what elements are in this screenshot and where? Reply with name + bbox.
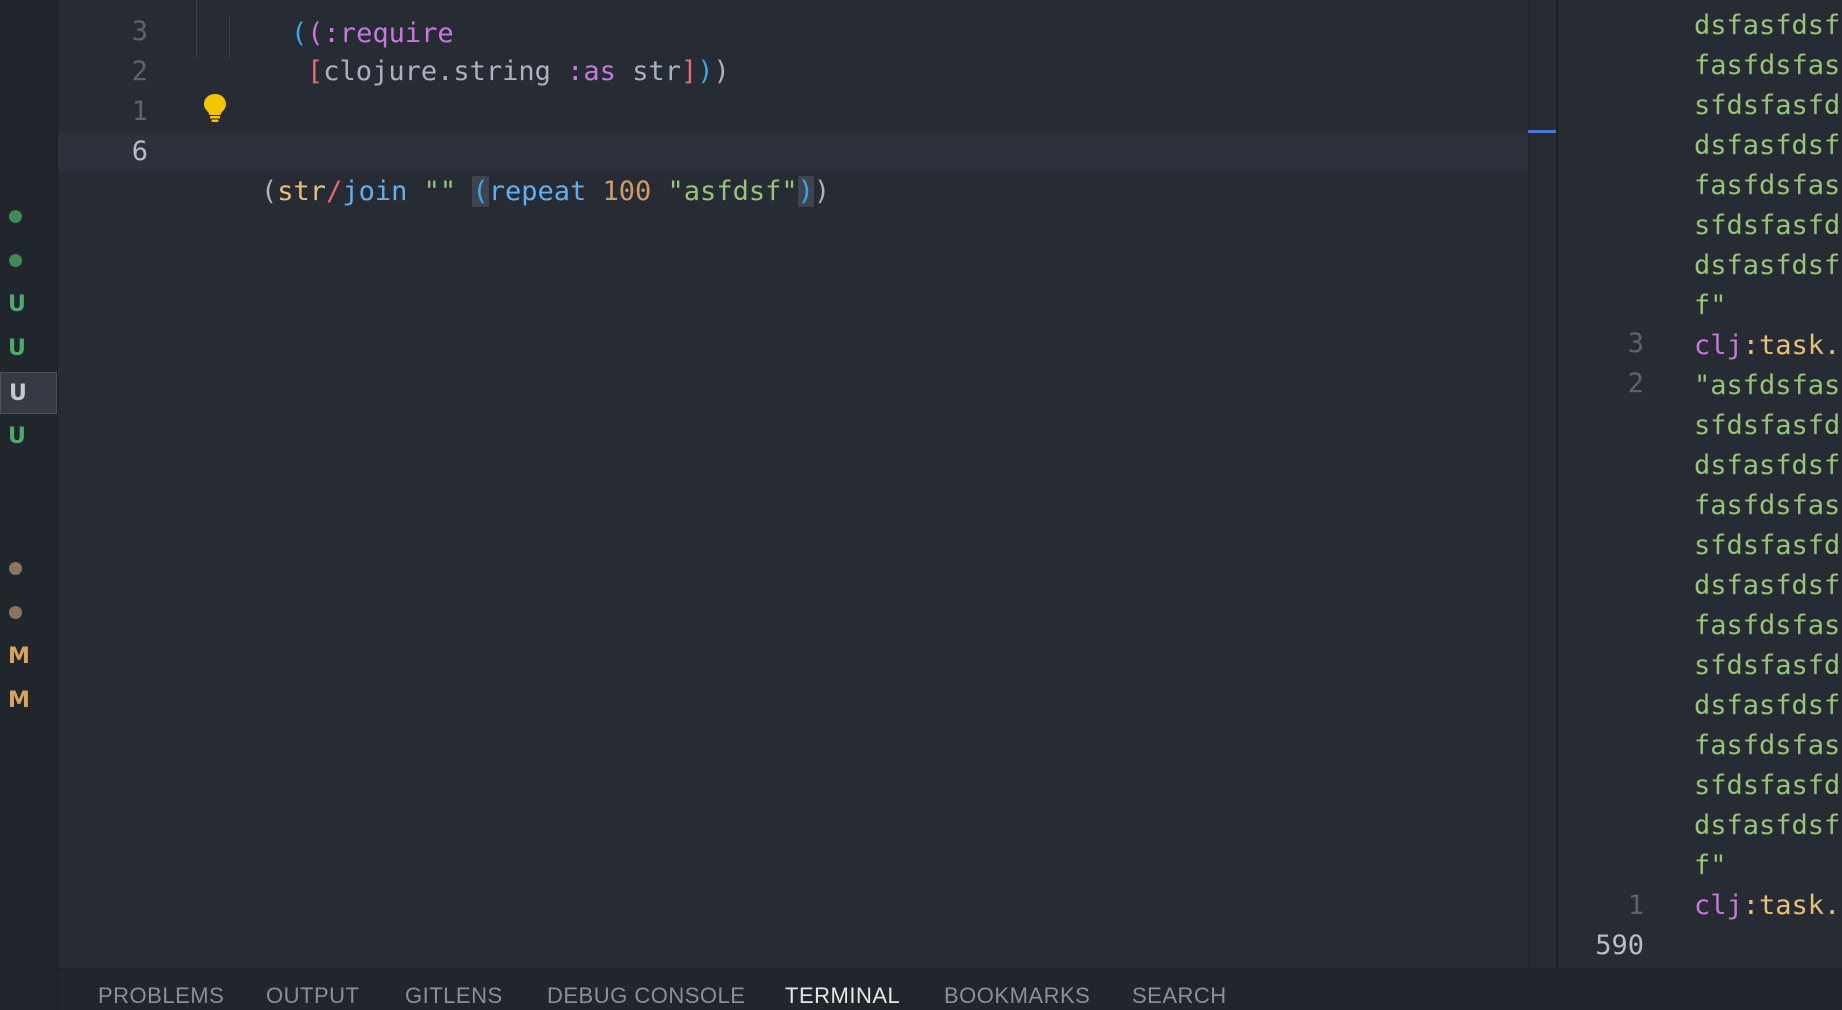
repl-output-line: dsfasfdsfa <box>1694 250 1842 281</box>
tab-gitlens[interactable]: GITLENS <box>405 983 503 1009</box>
code-line-current[interactable]: (str/join "" (repeat 100 "asfdsf")) <box>196 132 830 252</box>
repl-output-line: dsfasfdsfa <box>1694 450 1842 481</box>
repl-output-line: fasfdsfasf <box>1694 50 1842 81</box>
code-token: ) <box>697 56 714 87</box>
repl-output-line: f" <box>1694 290 1727 321</box>
repl-prompt-ns: clj <box>1694 890 1743 921</box>
repl-output-line: sfdsfasfds <box>1694 410 1842 441</box>
line-number: 1 <box>131 96 148 127</box>
code-token: "" <box>423 176 457 207</box>
code-token: [ <box>307 56 324 87</box>
code-token: ( <box>261 176 278 207</box>
code-token: str <box>277 176 327 207</box>
scm-decoration-strip: UUUUMM <box>0 0 58 1010</box>
code-token: / <box>326 176 343 207</box>
code-token: "asfdsf" <box>667 176 798 207</box>
bracket-match-open: ( <box>472 176 489 207</box>
repl-output-line: sfdsfasfds <box>1694 770 1842 801</box>
scrollbar-cursor-marker <box>1528 130 1556 133</box>
scm-untracked-badge[interactable]: U <box>0 372 57 414</box>
repl-output-line: dsfasfdsfa <box>1694 10 1842 41</box>
repl-prompt-ns-name: :task.t <box>1742 890 1842 921</box>
lightbulb-icon[interactable] <box>202 92 228 124</box>
repl-prompt-ns: clj <box>1694 330 1743 361</box>
repl-output-pane[interactable]: 3 2 1 590 dsfasfdsfa fasfdsfasf sfdsfasfds… <box>1558 0 1842 968</box>
code-line-require[interactable]: [clojure.string :as str])) <box>242 12 730 132</box>
code-token: repeat <box>488 176 587 207</box>
scm-status-dot[interactable] <box>9 606 22 619</box>
repl-prompt-ns-name: :task.t <box>1742 330 1842 361</box>
line-number: 2 <box>131 56 148 87</box>
code-editor[interactable]: ((:require 3 2 1 6 [clojure.string :as s… <box>58 0 1528 968</box>
repl-output-line: dsfasfdsfa <box>1694 570 1842 601</box>
code-token: str <box>632 56 681 87</box>
code-token: :as <box>567 56 616 87</box>
repl-output-line: sfdsfasfds <box>1694 650 1842 681</box>
repl-output-line: clj:task.t <box>1694 886 1842 926</box>
code-token: clojure.string <box>323 56 551 87</box>
line-number-current: 6 <box>131 136 148 167</box>
code-token: 100 <box>602 176 652 207</box>
scm-status-dot[interactable] <box>9 562 22 575</box>
scm-untracked-badge[interactable]: U <box>0 284 57 326</box>
repl-output-line: dsfasfdsfa <box>1694 690 1842 721</box>
tab-problems[interactable]: PROBLEMS <box>98 983 224 1009</box>
repl-output-line: dsfasfdsfa <box>1694 130 1842 161</box>
scm-modified-badge[interactable]: M <box>0 680 57 722</box>
repl-output-line: fasfdsfasf <box>1694 170 1842 201</box>
repl-output-line: sfdsfasfds <box>1694 210 1842 241</box>
code-token: join <box>342 176 408 207</box>
tab-output[interactable]: OUTPUT <box>266 983 359 1009</box>
scm-status-dot[interactable] <box>9 254 22 267</box>
scm-untracked-badge[interactable]: U <box>0 328 57 370</box>
editor-scrollbar[interactable] <box>1528 0 1559 968</box>
scm-status-dot[interactable] <box>9 210 22 223</box>
code-token: ] <box>680 56 698 87</box>
line-number: 3 <box>131 16 148 47</box>
repl-output-line: fasfdsfasf <box>1694 610 1842 641</box>
repl-output-line: f" <box>1694 850 1727 881</box>
tab-bookmarks[interactable]: BOOKMARKS <box>944 983 1090 1009</box>
tab-debug-console[interactable]: DEBUG CONSOLE <box>547 983 745 1009</box>
bracket-match-close: ) <box>797 176 814 207</box>
tab-search[interactable]: SEARCH <box>1132 983 1227 1009</box>
scm-untracked-badge[interactable]: U <box>0 416 57 458</box>
line-number: 1 <box>1627 890 1644 921</box>
repl-output-line: sfdsfasfds <box>1694 90 1842 121</box>
scm-modified-badge[interactable]: M <box>0 636 57 678</box>
repl-output-line: sfdsfasfds <box>1694 530 1842 561</box>
repl-output-line: dsfasfdsfa <box>1694 810 1842 841</box>
repl-output-line: fasfdsfasf <box>1694 490 1842 521</box>
repl-output-line: clj:task.t <box>1694 326 1842 366</box>
line-number-current: 590 <box>1595 930 1644 961</box>
code-token: ) <box>813 176 831 207</box>
repl-output-line: "asfdsfasf <box>1694 370 1842 401</box>
tab-terminal[interactable]: TERMINAL <box>785 983 900 1009</box>
indent-guide <box>196 0 197 58</box>
panel-tab-bar: PROBLEMS OUTPUT GITLENS DEBUG CONSOLE TE… <box>58 968 1842 1010</box>
line-number: 3 <box>1627 328 1644 359</box>
code-token: ) <box>713 56 730 87</box>
line-number: 2 <box>1627 368 1644 399</box>
repl-output-line: fasfdsfasf <box>1694 730 1842 761</box>
